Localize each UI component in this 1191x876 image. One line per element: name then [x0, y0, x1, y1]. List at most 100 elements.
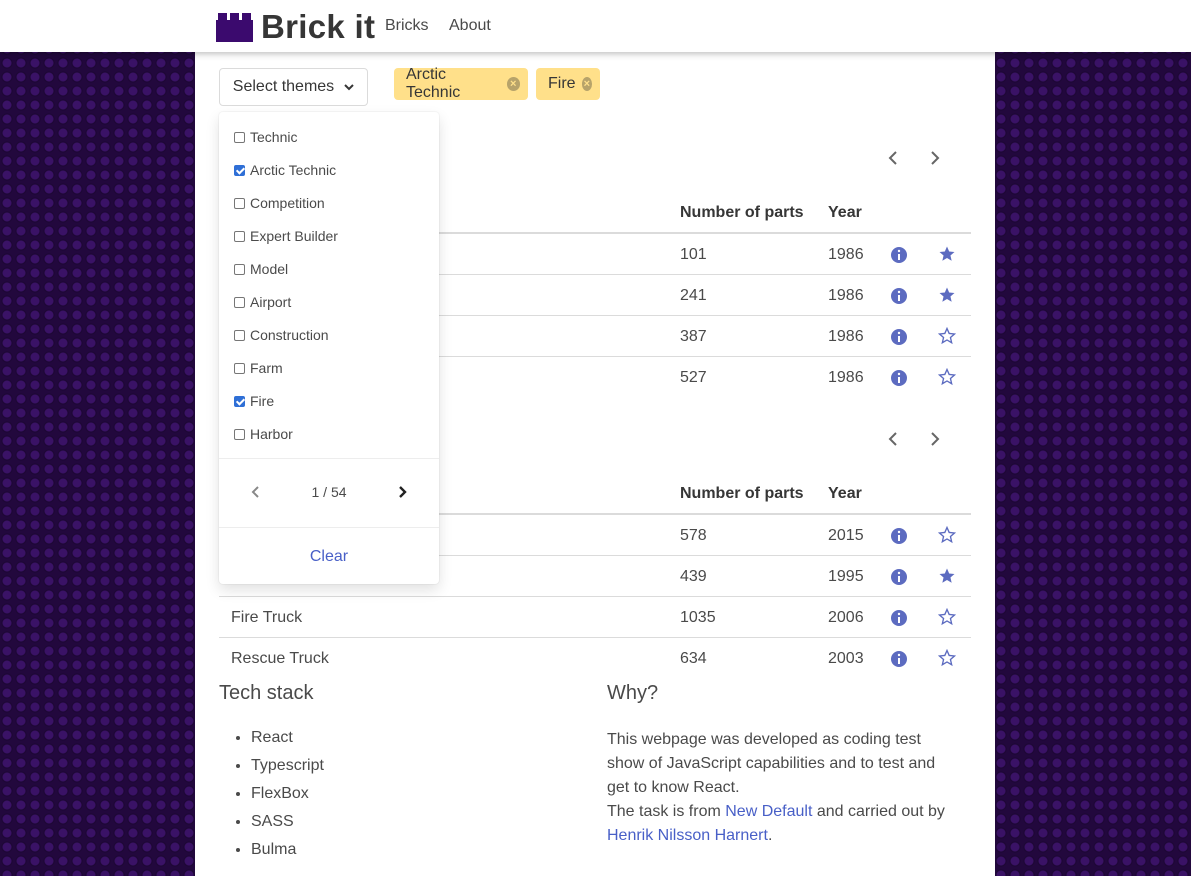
info-icon[interactable] [890, 328, 908, 346]
star-outline-icon[interactable] [938, 608, 956, 626]
dropdown-divider [219, 458, 439, 459]
cell-parts: 387 [680, 328, 707, 345]
info-icon[interactable] [890, 650, 908, 668]
cell-year: 1995 [828, 568, 864, 585]
table2-pager [885, 430, 943, 448]
checkbox[interactable] [234, 197, 245, 209]
star-outline-icon[interactable] [938, 327, 956, 345]
theme-option-model[interactable]: Model [234, 261, 288, 277]
navbar: Brick it Bricks About [0, 0, 1191, 52]
why-paragraph: This webpage was developed as coding tes… [607, 731, 936, 796]
cell-parts: 1035 [680, 609, 716, 626]
column-header-parts: Number of parts [680, 485, 804, 502]
star-filled-icon[interactable] [938, 245, 956, 263]
cell-name: Fire Truck [231, 609, 303, 626]
cell-parts: 527 [680, 369, 707, 386]
chevron-right-icon[interactable] [394, 484, 410, 500]
option-label: Construction [250, 327, 329, 343]
remove-tag-icon[interactable]: × [506, 77, 520, 91]
option-label: Expert Builder [250, 228, 338, 244]
themes-dropdown: Technic Arctic Technic Competition Exper… [219, 112, 439, 584]
chevron-right-icon[interactable] [925, 430, 943, 448]
why-description: This webpage was developed as coding tes… [607, 728, 957, 848]
why-text-post: . [767, 827, 773, 844]
why-title: Why? [607, 682, 659, 704]
cell-name: Rescue Truck [231, 650, 329, 667]
list-item: React [251, 724, 324, 752]
checkbox[interactable] [234, 230, 245, 242]
checkbox[interactable] [234, 362, 245, 374]
info-icon[interactable] [890, 568, 908, 586]
theme-option-expert-builder[interactable]: Expert Builder [234, 228, 338, 244]
row-divider [219, 637, 971, 638]
tag-label: Fire [548, 75, 576, 92]
select-themes-button[interactable]: Select themes [219, 68, 368, 106]
cell-parts: 439 [680, 568, 707, 585]
checkbox[interactable] [234, 263, 245, 275]
theme-option-airport[interactable]: Airport [234, 294, 291, 310]
star-outline-icon[interactable] [938, 649, 956, 667]
info-icon[interactable] [890, 287, 908, 305]
option-label: Technic [250, 129, 298, 145]
info-icon[interactable] [890, 369, 908, 387]
chevron-left-icon[interactable] [885, 149, 903, 167]
remove-tag-icon[interactable]: × [581, 77, 592, 91]
author-link[interactable]: Henrik Nilsson Harnert [607, 827, 768, 844]
table1-pager [885, 149, 943, 167]
list-item: Bulma [251, 836, 324, 864]
why-text-mid: and carried out by [812, 803, 945, 820]
select-themes-label: Select themes [232, 78, 335, 95]
theme-tag-fire: Fire × [536, 68, 600, 100]
cell-year: 2003 [828, 650, 864, 667]
theme-option-fire[interactable]: Fire [234, 393, 274, 409]
chevron-left-icon[interactable] [885, 430, 903, 448]
info-icon[interactable] [890, 246, 908, 264]
list-item: FlexBox [251, 780, 324, 808]
column-header-parts: Number of parts [680, 204, 804, 221]
theme-option-competition[interactable]: Competition [234, 195, 325, 211]
dropdown-divider [219, 527, 439, 528]
brand-title: Brick it [261, 8, 376, 45]
theme-option-arctic-technic[interactable]: Arctic Technic [234, 162, 336, 178]
chevron-down-icon [344, 83, 354, 90]
option-label: Airport [250, 294, 292, 310]
option-label: Arctic Technic [250, 162, 337, 178]
star-outline-icon[interactable] [938, 526, 956, 544]
list-item: Typescript [251, 752, 324, 780]
nav-link-bricks[interactable]: Bricks [385, 17, 429, 35]
nav-link-about[interactable]: About [449, 17, 491, 35]
checkbox-checked[interactable] [234, 164, 245, 176]
theme-option-construction[interactable]: Construction [234, 327, 329, 343]
theme-option-farm[interactable]: Farm [234, 360, 283, 376]
option-label: Competition [250, 195, 325, 211]
tag-label: Arctic Technic [406, 66, 461, 101]
theme-option-technic[interactable]: Technic [234, 129, 297, 145]
brand-link[interactable]: Brick it [216, 8, 375, 46]
tech-stack-list: React Typescript FlexBox SASS Bulma [219, 724, 324, 864]
cell-parts: 578 [680, 527, 707, 544]
option-label: Fire [250, 393, 275, 409]
info-icon[interactable] [890, 609, 908, 627]
star-filled-icon[interactable] [938, 286, 956, 304]
star-filled-icon[interactable] [938, 567, 956, 585]
new-default-link[interactable]: New Default [725, 803, 812, 820]
option-label: Harbor [250, 426, 293, 442]
star-outline-icon[interactable] [938, 368, 956, 386]
info-icon[interactable] [890, 527, 908, 545]
column-header-year: Year [828, 204, 862, 221]
checkbox[interactable] [234, 131, 245, 143]
list-item: SASS [251, 808, 324, 836]
cell-year: 2015 [828, 527, 864, 544]
checkbox[interactable] [234, 428, 245, 440]
checkbox[interactable] [234, 329, 245, 341]
theme-tag-arctic-technic: Arctic Technic × [394, 66, 528, 101]
cell-year: 1986 [828, 328, 864, 345]
cell-parts: 241 [680, 287, 707, 304]
chevron-right-icon[interactable] [925, 149, 943, 167]
clear-button[interactable]: Clear [219, 548, 439, 566]
checkbox[interactable] [234, 296, 245, 308]
checkbox-checked[interactable] [234, 395, 245, 407]
cell-parts: 101 [680, 246, 707, 263]
cell-year: 2006 [828, 609, 864, 626]
theme-option-harbor[interactable]: Harbor [234, 426, 293, 442]
